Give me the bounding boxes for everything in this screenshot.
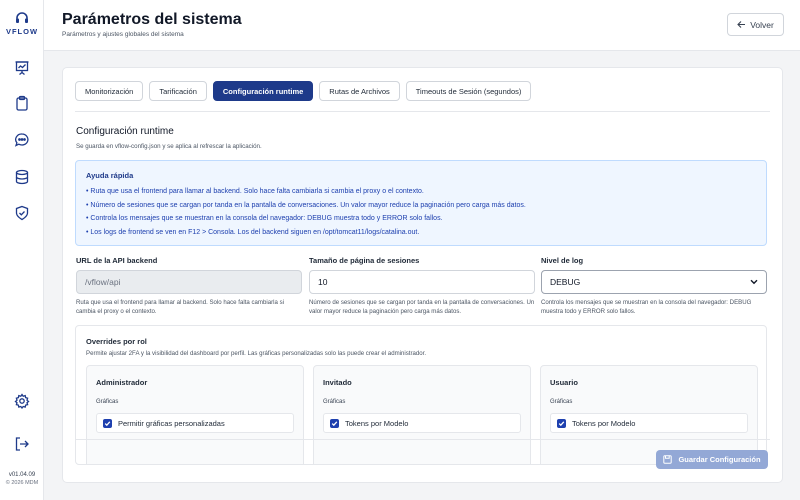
role-option-label: Tokens por Modelo [345,418,409,428]
quick-help-line: • Los logs de frontend se ven en F12 > C… [86,228,420,236]
role-section-label: Gráficas [550,399,573,405]
sidebar: VFLOW v01.04.09 © 2026 MDM [0,0,44,500]
save-config-button[interactable]: Guardar Configuración [656,450,768,469]
tab-divider [75,111,770,112]
page-size-input[interactable]: 10 [309,270,535,294]
role-section-label: Gráficas [323,399,346,405]
role-section-label: Gráficas [96,399,119,405]
app-version: v01.04.09 [8,472,36,478]
app-version-block: v01.04.09 © 2026 MDM [0,471,44,487]
arrow-left-icon [737,21,746,28]
log-level-field-group: Nivel de log DEBUG Controla los mensajes… [541,256,769,316]
checkbox-checked[interactable] [103,418,112,428]
role-option-row[interactable]: Permitir gráficas personalizadas [96,413,294,433]
section-title: Configuración runtime [76,126,174,137]
checkmark-icon [331,420,338,426]
checkbox-checked[interactable] [330,418,339,428]
quick-help-line: • Número de sesiones que se cargan por t… [86,201,526,209]
quick-help-title: Ayuda rápida [86,171,134,180]
section-description: Se guarda en vflow-config.json y se apli… [76,143,262,150]
checkbox-checked[interactable] [557,418,566,428]
role-card-invitado: Invitado Gráficas Tokens por Modelo [313,365,531,464]
settings-card: Monitorización Tarificación Configuració… [62,67,783,483]
log-level-value: DEBUG [550,277,581,287]
log-level-select[interactable]: DEBUG [541,270,767,294]
nav-shield[interactable] [12,203,32,223]
app-logo[interactable]: VFLOW [0,12,44,36]
save-icon [663,455,673,464]
role-overrides-description: Permite ajustar 2FA y la visibilidad del… [86,350,427,357]
database-icon [15,169,29,185]
role-option-label: Permitir gráficas personalizadas [118,418,225,428]
role-option-row[interactable]: Tokens por Modelo [550,413,748,433]
shield-check-icon [15,205,29,221]
api-url-help: Ruta que usa el frontend para llamar al … [76,299,284,315]
api-url-field-group: URL de la API backend /vflow/api Ruta qu… [76,256,304,316]
nav-clipboard[interactable] [12,93,32,113]
nav-chat[interactable] [12,130,32,150]
tab-tarificacion[interactable]: Tarificación [149,81,207,101]
footer-divider [75,439,770,440]
page-subtitle: Parámetros y ajustes globales del sistem… [62,31,184,38]
headset-logo-icon [16,12,28,23]
role-name: Invitado [323,378,352,387]
back-button-label: Volver [750,19,774,30]
page-size-help: Número de sesiones que se cargan por tan… [309,299,535,315]
logo-text: VFLOW [5,27,39,36]
page-title: Parámetros del sistema [62,11,242,28]
role-overrides-title: Overrides por rol [86,337,147,346]
log-level-label: Nivel de log [541,256,584,265]
page-size-label: Tamaño de página de sesiones [309,256,420,265]
checkmark-icon [104,420,111,426]
nav-database[interactable] [12,167,32,187]
role-name: Administrador [96,378,148,387]
tab-bar: Monitorización Tarificación Configuració… [75,81,532,101]
tab-timeouts-sesion[interactable]: Timeouts de Sesión (segundos) [405,81,532,101]
role-overrides-panel: Overrides por rol Permite ajustar 2FA y … [75,325,767,465]
page-header: Parámetros del sistema Parámetros y ajus… [44,0,800,51]
presentation-chart-icon [15,61,29,76]
role-card-administrador: Administrador Gráficas Permitir gráficas… [86,365,304,464]
clipboard-icon [16,95,28,111]
checkmark-icon [558,420,565,426]
role-name: Usuario [550,378,578,387]
quick-help-box: Ayuda rápida • Ruta que usa el frontend … [75,160,767,246]
api-url-input[interactable]: /vflow/api [76,270,302,294]
quick-help-line: • Controla los mensajes que se muestran … [86,215,443,222]
nav-presentation-chart[interactable] [12,58,32,78]
quick-help-line: • Ruta que usa el frontend para llamar a… [86,188,424,195]
page-size-field-group: Tamaño de página de sesiones 10 Número d… [309,256,537,316]
save-config-label: Guardar Configuración [678,455,761,464]
back-button[interactable]: Volver [727,13,784,36]
gear-icon [14,393,30,409]
app-copyright: © 2026 MDM [5,480,39,486]
tab-configuracion-runtime[interactable]: Configuración runtime [212,81,314,101]
log-level-help: Controla los mensajes que se muestran en… [541,299,752,315]
api-url-label: URL de la API backend [76,256,158,265]
nav-logout[interactable] [12,434,32,454]
nav-settings[interactable] [12,391,32,411]
tab-rutas-archivos[interactable]: Rutas de Archivos [319,81,400,101]
chevron-down-icon [750,279,758,285]
chat-bubble-icon [14,133,29,147]
tab-monitorizacion[interactable]: Monitorización [75,81,144,101]
logout-icon [15,437,29,451]
role-option-label: Tokens por Modelo [572,418,636,428]
role-option-row[interactable]: Tokens por Modelo [323,413,521,433]
